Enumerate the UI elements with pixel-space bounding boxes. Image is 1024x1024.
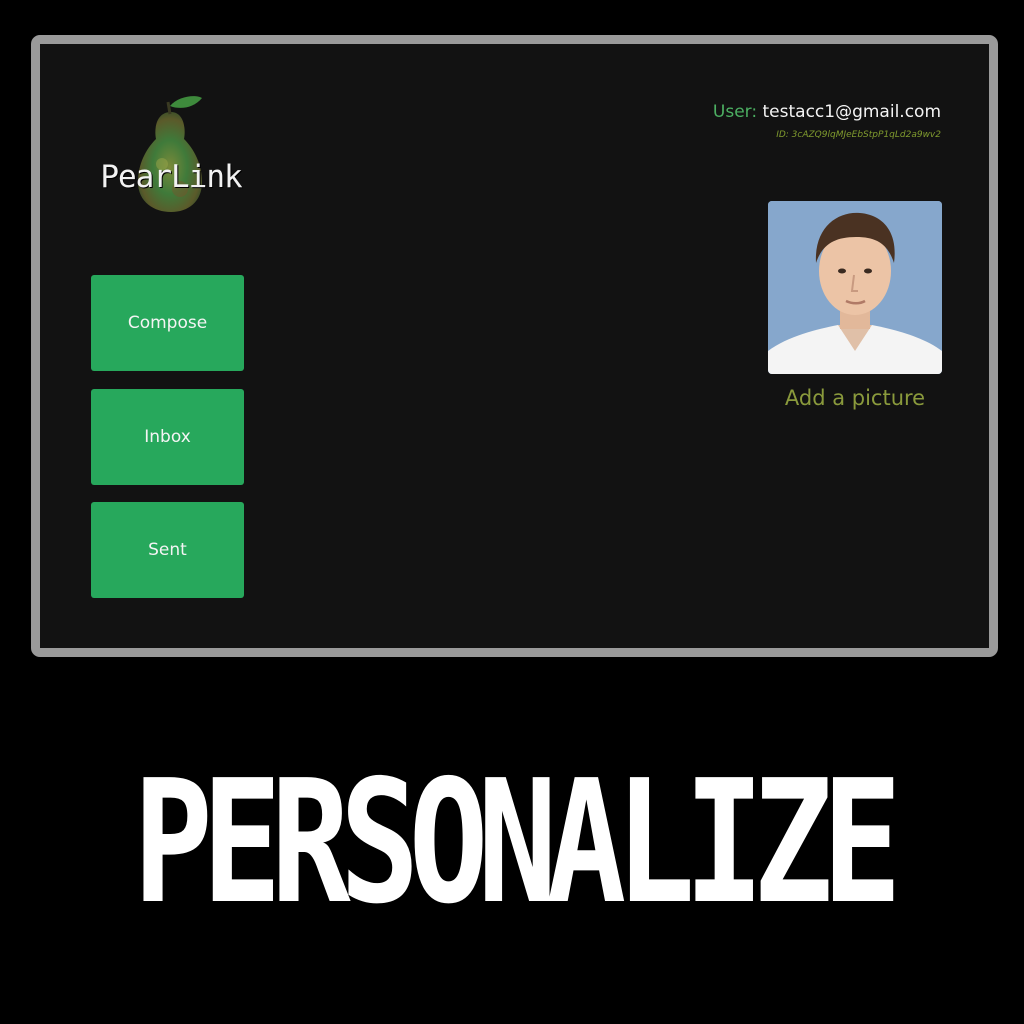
- inbox-button[interactable]: Inbox: [91, 389, 244, 485]
- sent-button[interactable]: Sent: [91, 502, 244, 598]
- avatar-photo: [768, 201, 942, 374]
- pear-icon: [138, 96, 202, 212]
- logo-text: PearLink: [100, 159, 242, 195]
- add-picture-link[interactable]: Add a picture: [768, 386, 942, 410]
- user-email: testacc1@gmail.com: [762, 102, 942, 122]
- user-info: User: testacc1@gmail.com: [713, 102, 941, 122]
- compose-button[interactable]: Compose: [91, 275, 244, 371]
- user-id: ID: 3cAZQ9lqMJeEbStpP1qLd2a9wv2: [776, 130, 941, 140]
- pearlink-logo: PearLink: [96, 94, 246, 219]
- profile-picture[interactable]: [768, 201, 942, 374]
- headline-text: PERSONALIZE: [132, 744, 902, 942]
- app-window: PearLink Compose Inbox Sent User: testac…: [31, 35, 998, 657]
- user-label: User:: [712, 102, 758, 122]
